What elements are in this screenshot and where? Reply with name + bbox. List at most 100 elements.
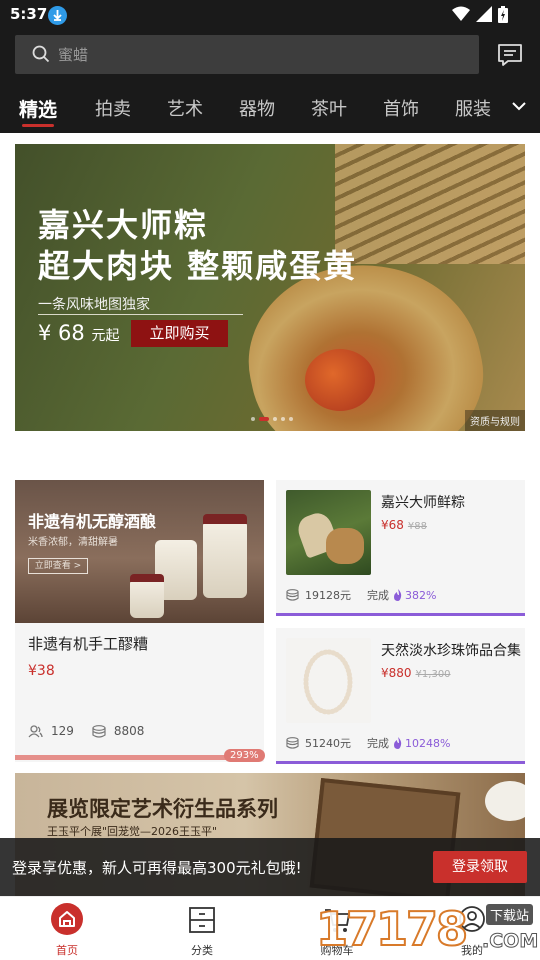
nav-category[interactable]: 分类 [162, 903, 242, 958]
pearl-necklace-image [303, 649, 353, 715]
card-accent-bar [276, 761, 525, 764]
exhibition-subtitle: 王玉平个展"回茏觉—2026王玉平" [47, 825, 218, 838]
zongzi-shape [326, 528, 364, 564]
product-stats: 51240元 完成 10248% [286, 735, 450, 751]
nav-home-label: 首页 [56, 944, 78, 957]
tab-jewelry[interactable]: 首饰 [383, 95, 419, 121]
tab-auction[interactable]: 拍卖 [95, 95, 131, 121]
amount-raised: 51240元 [305, 737, 351, 750]
login-prompt-bar: 登录享优惠，新人可再得最高300元礼包哦! 登录领取 [0, 838, 540, 896]
product-thumbnail [286, 638, 371, 723]
message-icon[interactable] [496, 42, 524, 68]
carousel-dot [289, 417, 293, 421]
banner-title: 嘉兴大师粽 [38, 206, 209, 244]
progress-percent-badge: 293% [224, 749, 265, 762]
tab-ware[interactable]: 器物 [239, 95, 275, 121]
status-time: 5:37 [10, 5, 48, 23]
price-current: ¥880 [381, 666, 412, 680]
image-title: 非遗有机无醇酒酿 [28, 512, 157, 531]
exhibition-title: 展览限定艺术衍生品系列 [47, 797, 278, 821]
tab-clothing[interactable]: 服装 [455, 95, 491, 121]
tab-featured[interactable]: 精选 [19, 95, 57, 122]
tab-art[interactable]: 艺术 [167, 95, 203, 121]
qualification-link[interactable]: 资质与规则 [465, 410, 525, 431]
active-tab-indicator [22, 124, 54, 127]
completion-percent: 10248% [405, 736, 451, 750]
nav-category-label: 分类 [191, 944, 213, 957]
banner-caption: 一条风味地图独家 [38, 297, 150, 313]
image-subtitle: 米香浓郁，清甜解暑 [28, 537, 118, 548]
carousel-dot [281, 417, 285, 421]
banner-buy-button[interactable]: 立即购买 [131, 320, 228, 347]
product-stats: 19128元 完成 382% [286, 587, 436, 603]
product-thumbnail [286, 490, 371, 575]
home-icon [51, 903, 83, 935]
battery-icon [498, 6, 508, 23]
funding-progress-fill [15, 755, 227, 760]
done-label: 完成 [367, 737, 389, 750]
search-icon [32, 45, 50, 63]
search-placeholder[interactable]: 蜜蜡 [58, 44, 88, 65]
participants-count: 129 [51, 724, 74, 738]
flame-icon [394, 737, 402, 749]
flame-icon [394, 589, 402, 601]
price-original: ¥88 [407, 521, 427, 532]
wifi-icon [452, 6, 470, 21]
users-icon [28, 724, 43, 737]
jar-lid [130, 574, 164, 582]
coins-icon [92, 724, 106, 738]
amount-raised: 19128元 [305, 589, 351, 602]
completion-percent: 382% [405, 588, 437, 602]
product-card-zongzi[interactable]: 嘉兴大师鲜粽 ¥68 ¥88 19128元 完成 382% [276, 480, 525, 616]
price-original: ¥1,300 [415, 669, 451, 680]
banner-price-value: ¥ 68 [38, 321, 85, 345]
product-stats: 129 8808 [28, 724, 144, 738]
product-title: 嘉兴大师鲜粽 [381, 495, 465, 511]
tab-tea[interactable]: 茶叶 [311, 95, 347, 121]
status-icons [452, 6, 508, 23]
carousel-dot [273, 417, 277, 421]
jar-image [130, 578, 164, 618]
price-current: ¥68 [381, 518, 404, 532]
done-label: 完成 [367, 589, 389, 602]
product-title: 天然淡水珍珠饰品合集 [381, 643, 521, 659]
banner-price-suffix: 元起 [91, 328, 120, 344]
category-icon [189, 907, 215, 933]
banner-divider [38, 314, 243, 315]
product-image: 非遗有机无醇酒酿 米香浓郁，清甜解暑 立即查看 > [15, 480, 264, 623]
banner-decor [335, 144, 525, 264]
image-view-button: 立即查看 > [28, 558, 88, 574]
download-icon [48, 6, 67, 25]
product-price: ¥38 [28, 663, 55, 679]
nav-home[interactable]: 首页 [27, 903, 107, 958]
promo-banner[interactable]: 嘉兴大师粽 超大肉块 整颗咸蛋黄 一条风味地图独家 ¥ 68 元起 立即购买 资… [15, 144, 525, 431]
banner-subtitle: 超大肉块 整颗咸蛋黄 [38, 247, 358, 285]
amount-raised: 8808 [113, 724, 145, 738]
funding-progress-bar [15, 755, 227, 760]
jar-image [203, 520, 247, 598]
watermark-badge: 下载站 [486, 904, 534, 925]
product-price: ¥880 ¥1,300 [381, 666, 451, 680]
banner-product-detail [305, 349, 375, 411]
search-bar[interactable]: 蜜蜡 [15, 35, 479, 74]
card-accent-bar [276, 613, 525, 616]
top-header: 5:37 蜜蜡 精选 拍卖 艺术 器物 茶叶 首饰 服装 [0, 0, 540, 133]
login-claim-button[interactable]: 登录领取 [433, 851, 527, 883]
product-price: ¥68 ¥88 [381, 518, 427, 532]
jar-lid [203, 514, 247, 524]
coins-icon [286, 589, 299, 601]
carousel-dot [251, 417, 255, 421]
coins-icon [286, 737, 299, 749]
product-card-pearl[interactable]: 天然淡水珍珠饰品合集 ¥880 ¥1,300 51240元 完成 10248% [276, 628, 525, 764]
watermark-suffix: .COM [481, 930, 539, 953]
signal-icon [476, 6, 492, 22]
chevron-down-icon[interactable] [511, 100, 527, 112]
category-tabs: 精选 拍卖 艺术 器物 茶叶 首饰 服装 [0, 90, 540, 130]
product-card-rice-wine[interactable]: 非遗有机无醇酒酿 米香浓郁，清甜解暑 立即查看 > 非遗有机手工醪糟 ¥38 1… [15, 480, 264, 762]
banner-decor [485, 781, 525, 821]
product-title: 非遗有机手工醪糟 [28, 635, 149, 653]
carousel-dots [251, 417, 293, 421]
banner-price: ¥ 68 元起 [38, 321, 119, 345]
status-bar: 5:37 [0, 0, 540, 30]
watermark-number: 17178 [315, 901, 469, 957]
